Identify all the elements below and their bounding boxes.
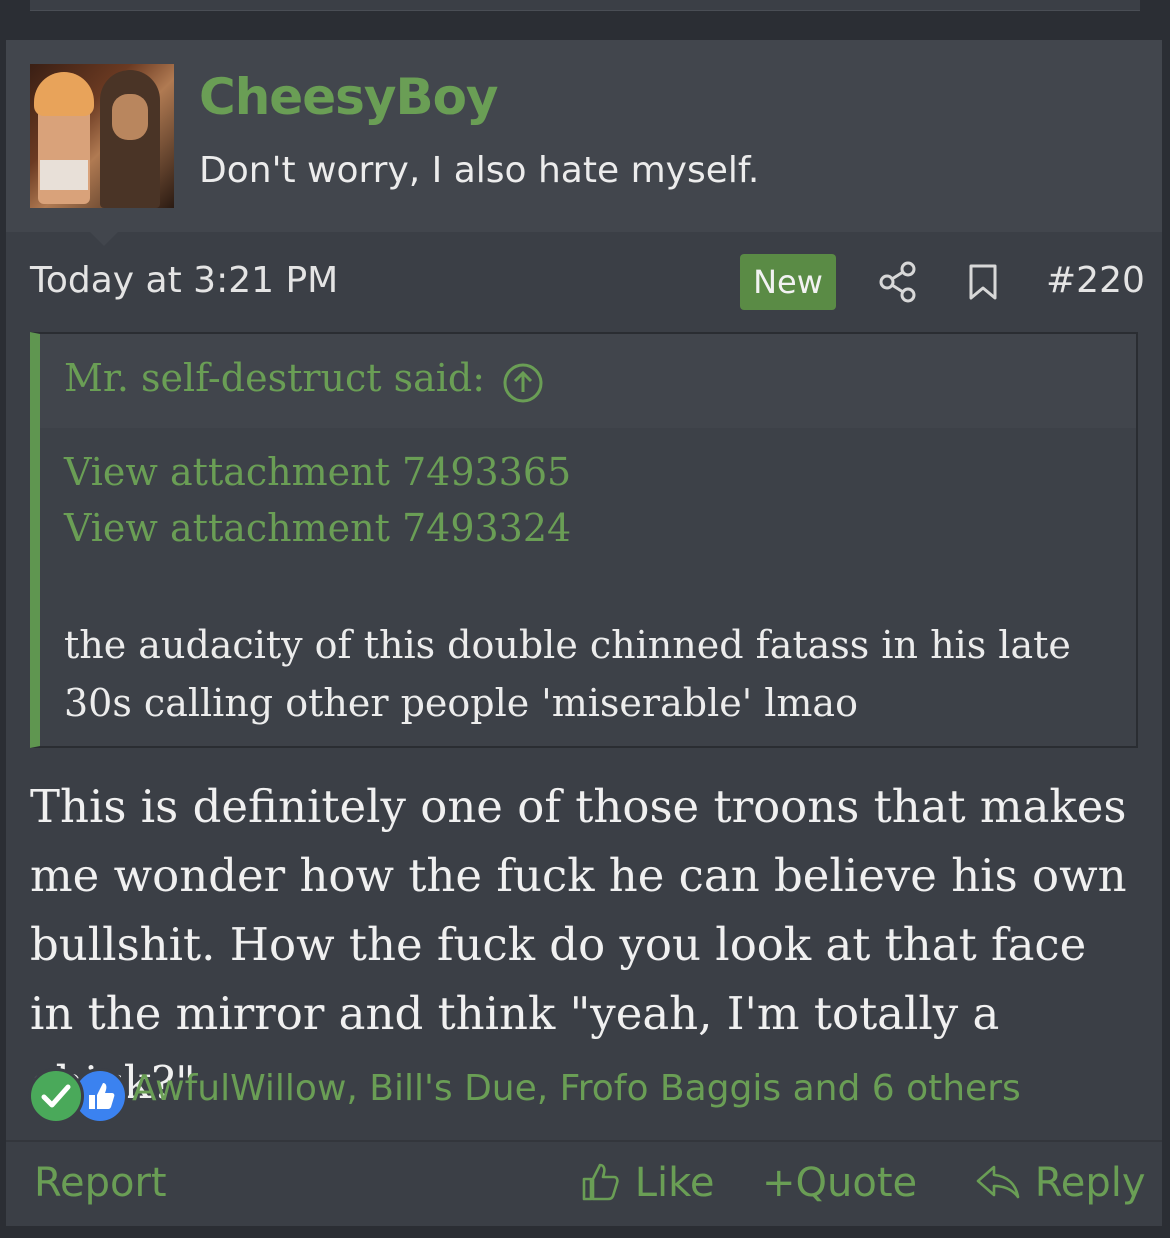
quote-label: Quote (795, 1160, 918, 1206)
attachment-link[interactable]: View attachment 7493365 (64, 450, 571, 494)
previous-post-edge (0, 0, 1170, 40)
username[interactable]: CheesyBoy (199, 68, 499, 126)
post-number[interactable]: #220 (1046, 260, 1145, 301)
quote-block: Mr. self-destruct said: View attachment … (30, 332, 1138, 748)
header-pointer (90, 232, 118, 246)
plus-icon: + (762, 1160, 796, 1206)
post-timestamp[interactable]: Today at 3:21 PM (30, 260, 338, 301)
bookmark-icon[interactable] (966, 260, 1000, 304)
quote-author[interactable]: Mr. self-destruct said: (64, 356, 485, 400)
post-actions: Report Like +Quote Reply (6, 1144, 1162, 1226)
forum-post: CheesyBoy Don't worry, I also hate mysel… (6, 40, 1162, 1226)
attachment-link[interactable]: View attachment 7493324 (64, 506, 571, 550)
quote-text: the audacity of this double chinned fata… (64, 623, 1071, 725)
report-label: Report (34, 1160, 167, 1206)
report-button[interactable]: Report (34, 1160, 167, 1206)
footer-divider (6, 1140, 1162, 1142)
like-button[interactable]: Like (578, 1160, 714, 1207)
reactions-bar: AwfulWillow, Bill's Due, Frofo Baggis an… (26, 1064, 1156, 1124)
user-title: Don't worry, I also hate myself. (199, 150, 760, 191)
reply-arrow-icon (976, 1165, 1020, 1199)
thumbs-up-icon (582, 1163, 619, 1201)
quote-button[interactable]: +Quote (762, 1160, 917, 1206)
post-meta: Today at 3:21 PM New #220 (6, 252, 1162, 312)
share-icon[interactable] (878, 260, 918, 304)
quote-header: Mr. self-destruct said: (40, 334, 1136, 428)
user-header: CheesyBoy Don't worry, I also hate mysel… (6, 40, 1162, 232)
check-reaction-icon (28, 1068, 84, 1124)
previous-post-bottom (30, 0, 1140, 11)
reply-label: Reply (1034, 1160, 1146, 1206)
like-label: Like (634, 1160, 715, 1206)
reply-button[interactable]: Reply (974, 1160, 1146, 1207)
reaction-users-link[interactable]: AwfulWillow, Bill's Due, Frofo Baggis an… (132, 1068, 1021, 1109)
avatar[interactable] (30, 64, 174, 208)
arrow-up-circle-icon[interactable] (502, 362, 544, 404)
new-badge: New (740, 254, 836, 310)
